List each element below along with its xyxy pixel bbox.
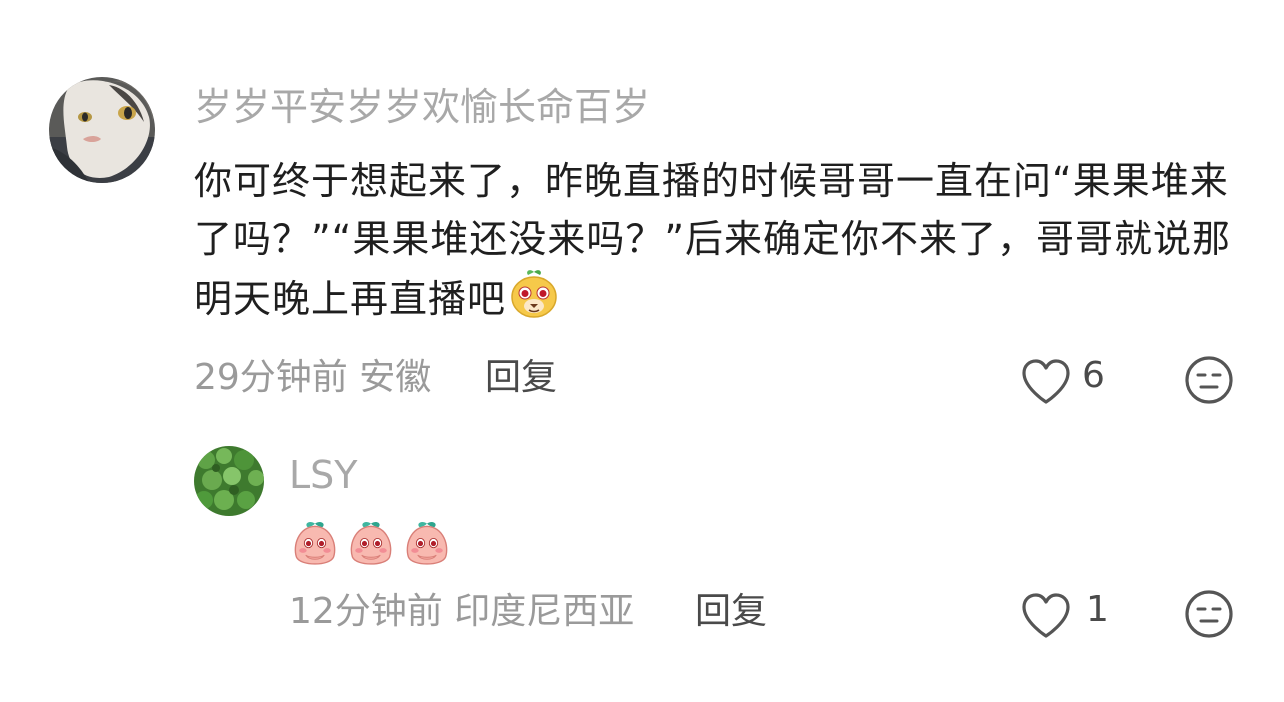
reply-reply-button[interactable]: 回复	[695, 594, 767, 630]
peach-shy-sticker-icon	[345, 516, 397, 572]
heart-icon	[1022, 593, 1070, 638]
reply-meta: 12分钟前 印度尼西亚	[289, 594, 634, 630]
meh-face-icon	[1185, 356, 1233, 404]
comment-like-count: 6	[1082, 355, 1105, 396]
reply-username[interactable]: LSY	[289, 456, 358, 494]
comment-text: 你可终于想起来了，昨晚直播的时候哥哥一直在问“果果堆来了吗？”“果果堆还没来吗？…	[194, 152, 1234, 336]
comment-location: 安徽	[359, 357, 432, 398]
reply-location: 印度尼西亚	[454, 591, 635, 632]
reply-dislike-button[interactable]	[1184, 589, 1234, 639]
comment-time: 29分钟前	[194, 357, 348, 398]
reply-stickers	[289, 516, 453, 572]
comment-reply-button[interactable]: 回复	[485, 360, 557, 396]
comment-meta: 29分钟前 安徽	[194, 360, 431, 396]
yellow-mascot-emoji-icon	[508, 268, 560, 336]
comment-username[interactable]: 岁岁平安岁岁欢愉长命百岁	[194, 88, 650, 126]
peach-shy-sticker-icon	[401, 516, 453, 572]
heart-icon	[1022, 359, 1070, 404]
reply-time: 12分钟前	[289, 591, 443, 632]
comment-like-button[interactable]	[1020, 358, 1072, 406]
reply-like-button[interactable]	[1020, 592, 1072, 640]
reply-like-count: 1	[1086, 589, 1109, 630]
meh-face-icon	[1185, 590, 1233, 638]
comment-text-body: 你可终于想起来了，昨晚直播的时候哥哥一直在问“果果堆来了吗？”“果果堆还没来吗？…	[194, 159, 1232, 321]
avatar-clover[interactable]	[194, 446, 264, 516]
comment-dislike-button[interactable]	[1184, 355, 1234, 405]
avatar-cat[interactable]	[49, 77, 155, 183]
peach-shy-sticker-icon	[289, 516, 341, 572]
